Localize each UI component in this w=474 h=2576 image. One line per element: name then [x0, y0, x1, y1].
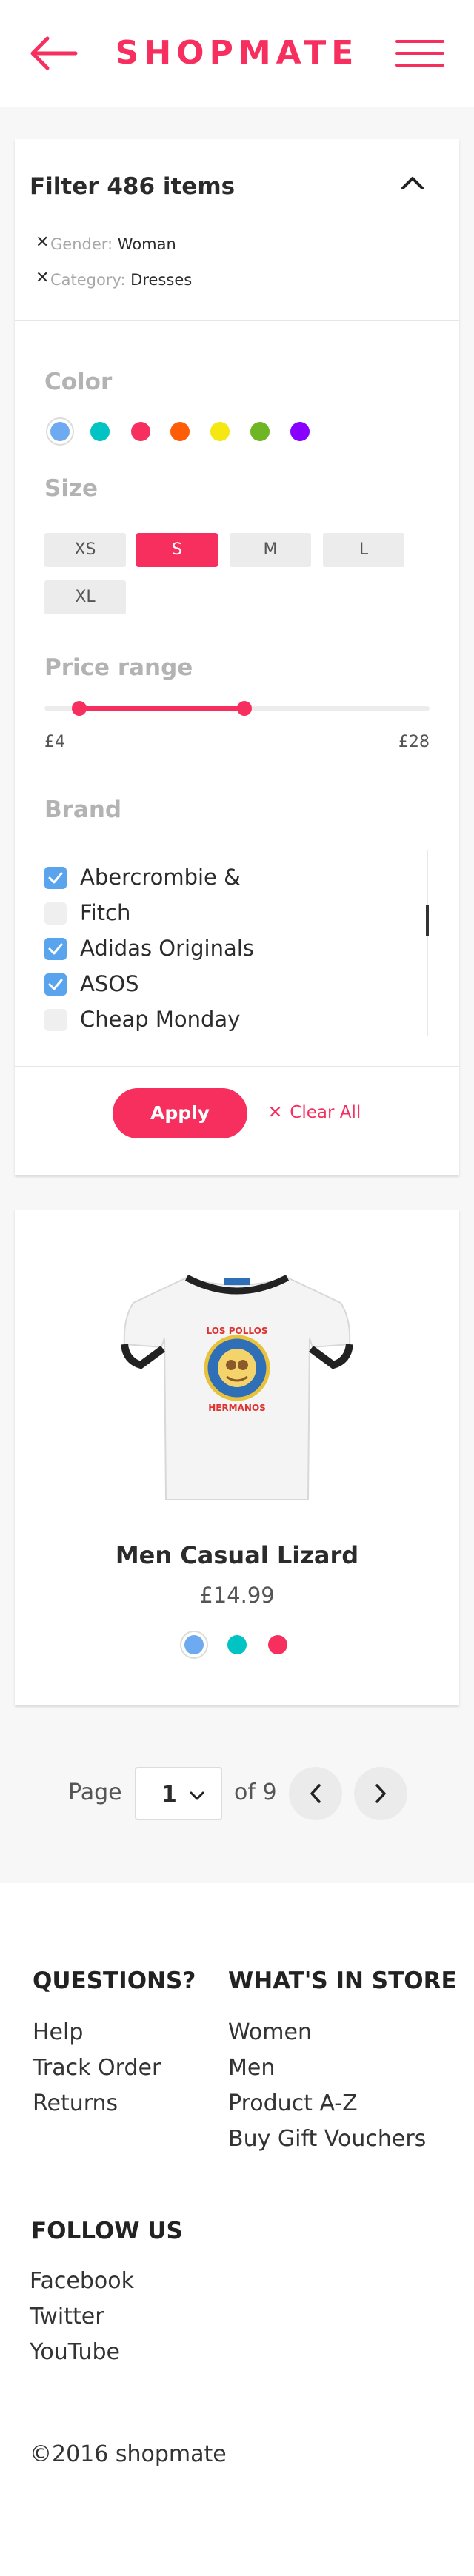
brand-option-label[interactable]: Abercrombie &: [80, 865, 241, 890]
filter-tag-gender[interactable]: ✕ Gender: Woman: [36, 233, 176, 253]
product-color-swatch[interactable]: [227, 1635, 247, 1654]
brand-option-label[interactable]: Fitch: [80, 900, 130, 925]
color-swatch[interactable]: [170, 422, 190, 441]
footer: QUESTIONS? Help Track Order Returns WHAT…: [0, 1883, 474, 2576]
color-swatch-selected[interactable]: [46, 417, 74, 446]
previous-page-button[interactable]: [289, 1767, 342, 1820]
clear-all-button[interactable]: ✕ Clear All: [268, 1103, 361, 1122]
header: SHOPMATE: [0, 0, 474, 107]
page-select[interactable]: 1: [135, 1767, 222, 1820]
filter-tag-category[interactable]: ✕ Category: Dresses: [36, 269, 192, 289]
brand-checkbox[interactable]: [44, 867, 67, 889]
next-page-button[interactable]: [354, 1767, 407, 1820]
footer-link-help[interactable]: Help: [33, 2019, 83, 2045]
remove-tag-icon[interactable]: ✕: [36, 233, 49, 252]
price-min-value: £4: [44, 733, 65, 751]
color-label: Color: [44, 369, 113, 395]
footer-link-returns[interactable]: Returns: [33, 2090, 118, 2116]
footer-link-youtube[interactable]: YouTube: [30, 2339, 120, 2365]
brand-label: Brand: [44, 796, 122, 823]
close-icon: ✕: [268, 1103, 283, 1122]
footer-heading-follow: FOLLOW US: [31, 2218, 183, 2244]
color-swatch[interactable]: [290, 422, 310, 441]
brand-list: Abercrombie & Fitch Adidas Originals ASO…: [44, 859, 430, 1036]
check-icon: [48, 943, 63, 955]
size-option-xl[interactable]: XL: [44, 580, 126, 614]
remove-tag-icon[interactable]: ✕: [36, 269, 49, 287]
product-name[interactable]: Men Casual Lizard: [0, 1541, 474, 1569]
print-text-top: LOS POLLOS: [207, 1326, 268, 1336]
chevron-left-icon: [310, 1784, 321, 1803]
footer-link-product-a-z[interactable]: Product A-Z: [228, 2090, 358, 2116]
divider: [15, 1066, 459, 1067]
divider: [15, 320, 459, 321]
color-swatch[interactable]: [90, 422, 110, 441]
footer-link-men[interactable]: Men: [228, 2055, 275, 2081]
check-icon: [48, 979, 63, 990]
color-swatch[interactable]: [131, 422, 150, 441]
price-range-min-handle[interactable]: [71, 701, 87, 716]
color-swatch[interactable]: [210, 422, 230, 441]
product-price: £14.99: [199, 1583, 275, 1608]
footer-link-gift-vouchers[interactable]: Buy Gift Vouchers: [228, 2126, 426, 2152]
footer-link-women[interactable]: Women: [228, 2019, 312, 2045]
footer-link-track-order[interactable]: Track Order: [33, 2055, 161, 2081]
product-color-swatch[interactable]: [184, 1635, 204, 1654]
copyright: ©2016 shopmate: [30, 2441, 227, 2467]
size-option-m[interactable]: M: [230, 533, 311, 567]
footer-link-twitter[interactable]: Twitter: [30, 2304, 104, 2330]
product-image[interactable]: LOS POLLOS HERMANOS: [118, 1257, 356, 1506]
color-swatch-dot: [50, 422, 70, 441]
page-select-value: 1: [161, 1782, 177, 1808]
filter-title: Filter 486 items: [30, 173, 236, 200]
page-total: of 9: [234, 1780, 277, 1805]
chevron-down-icon: [190, 1791, 204, 1800]
hamburger-menu-icon[interactable]: [395, 38, 444, 68]
color-swatch[interactable]: [250, 422, 270, 441]
size-label: Size: [44, 475, 99, 502]
brand-checkbox[interactable]: [44, 938, 67, 960]
size-option-l[interactable]: L: [323, 533, 404, 567]
brand-option-label[interactable]: Cheap Monday: [80, 1007, 240, 1032]
size-option-xs[interactable]: XS: [44, 533, 126, 567]
brand-checkbox[interactable]: [44, 1009, 67, 1031]
price-max-value: £28: [398, 733, 430, 751]
brand-list-scrollbar[interactable]: [427, 850, 428, 1036]
footer-link-facebook[interactable]: Facebook: [30, 2268, 134, 2294]
brand-option-label[interactable]: ASOS: [80, 971, 138, 996]
chevron-right-icon: [375, 1784, 386, 1803]
footer-heading-questions: QUESTIONS?: [33, 1968, 196, 1994]
brand-checkbox[interactable]: [44, 902, 67, 925]
check-icon: [48, 872, 63, 884]
footer-heading-store: WHAT'S IN STORE: [228, 1968, 457, 1994]
brand-option-label[interactable]: Adidas Originals: [80, 936, 254, 961]
apply-button[interactable]: Apply: [113, 1088, 247, 1138]
price-range-label: Price range: [44, 654, 193, 681]
price-range-fill: [79, 706, 245, 711]
brand-list-scroll-thumb[interactable]: [426, 905, 429, 936]
size-option-s[interactable]: S: [136, 533, 218, 567]
print-text-bottom: HERMANOS: [208, 1403, 266, 1413]
brand-checkbox[interactable]: [44, 973, 67, 996]
product-color-swatch[interactable]: [268, 1635, 287, 1654]
page-label: Page: [68, 1780, 122, 1805]
chevron-up-icon[interactable]: [400, 173, 425, 192]
